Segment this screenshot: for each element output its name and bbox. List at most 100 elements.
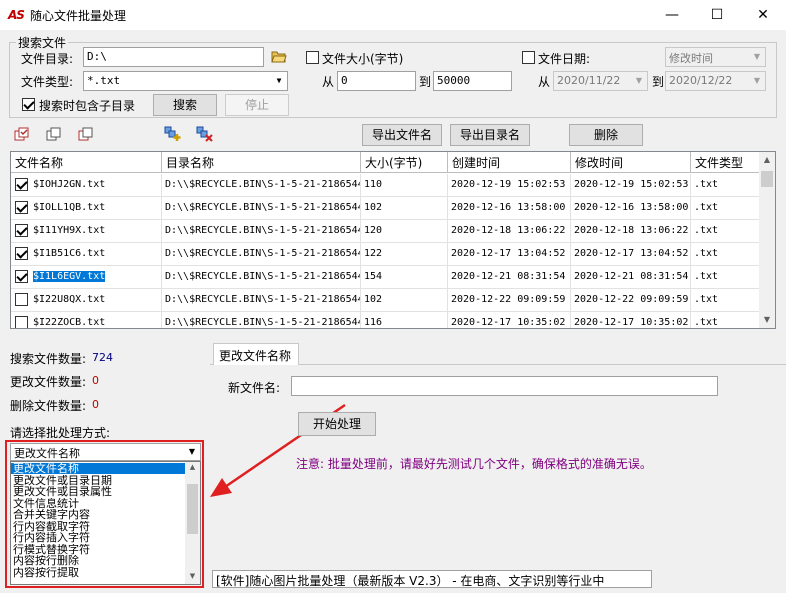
cell-type: .txt — [691, 197, 761, 220]
size-from-input[interactable]: 0 — [337, 71, 416, 91]
uncheck-all-icon[interactable] — [46, 127, 62, 141]
mode-dropdown-list[interactable]: 更改文件名称 更改文件或目录日期 更改文件或目录属性 文件信息统计 合并关键字内容 行内容… — [10, 461, 201, 585]
cell-dir: D:\\$RECYCLE.BIN\S-1-5-21-2186544 — [162, 266, 361, 289]
cell-dir-text: D:\\$RECYCLE.BIN\S-1-5-21-2186544 — [165, 225, 361, 236]
stop-button[interactable]: 停止 — [225, 94, 289, 116]
scroll-thumb[interactable] — [761, 171, 773, 187]
row-checkbox[interactable] — [15, 247, 28, 260]
dir-input[interactable]: D:\ — [83, 47, 264, 67]
size-to-input[interactable]: 50000 — [433, 71, 512, 91]
date-to-picker[interactable]: 2020/12/22 ▼ — [665, 71, 766, 91]
cell-modified-text: 2020-12-17 13:04:52 — [574, 248, 689, 259]
close-button[interactable]: ✕ — [740, 0, 786, 30]
scroll-down-icon[interactable]: ▼ — [761, 315, 773, 324]
table-row[interactable]: $I1B51C6.txt D:\\$RECYCLE.BIN\S-1-5-21-21… — [11, 243, 761, 266]
date-from-picker[interactable]: 2020/11/22 ▼ — [553, 71, 648, 91]
chevron-down-icon: ▼ — [635, 76, 643, 85]
minimize-button[interactable]: — — [649, 0, 695, 30]
start-button[interactable]: 开始处理 — [298, 412, 376, 436]
table-row[interactable]: $I22ZOCB.txt D:\\$RECYCLE.BIN\S-1-5-21-21… — [11, 312, 761, 328]
row-checkbox[interactable] — [15, 293, 28, 306]
status-bar: [软件]随心图片批量处理（最新版本 V2.3） - 在电商、文字识别等行业中 — [212, 570, 652, 588]
table-row[interactable]: $I11YH9X.txt D:\\$RECYCLE.BIN\S-1-5-21-21… — [11, 220, 761, 243]
chevron-down-icon: ▼ — [276, 76, 282, 85]
column-header-type[interactable]: 文件类型 — [691, 152, 761, 173]
cell-name-text: $IOHJ2GN.txt — [33, 179, 106, 190]
export-dirs-button[interactable]: 导出目录名 — [450, 124, 530, 146]
cell-size-text: 110 — [364, 179, 383, 190]
new-name-input[interactable] — [291, 376, 718, 396]
cell-size-text: 102 — [364, 202, 383, 213]
scroll-thumb[interactable] — [187, 484, 198, 534]
cell-modified: 2020-12-19 15:02:53 — [571, 174, 691, 197]
search-button[interactable]: 搜索 — [153, 94, 217, 116]
mode-option[interactable]: 合并关键字内容 — [11, 509, 186, 520]
add-files-icon[interactable] — [164, 126, 182, 142]
row-checkbox[interactable] — [15, 201, 28, 214]
deleted-count-value: 0 — [92, 398, 99, 411]
include-subdirs-label: 搜索时包含子目录 — [39, 99, 136, 113]
date-checkbox[interactable] — [522, 51, 535, 64]
scroll-up-icon[interactable]: ▲ — [761, 155, 773, 164]
cell-type-text: .txt — [694, 179, 719, 190]
table-row[interactable]: $IOHJ2GN.txt D:\\$RECYCLE.BIN\S-1-5-21-21… — [11, 174, 761, 197]
folder-open-icon[interactable] — [271, 49, 287, 63]
type-select[interactable]: *.txt ▼ — [83, 71, 288, 91]
cell-name: $IOLL1QB.txt — [11, 197, 162, 220]
chevron-down-icon: ▼ — [188, 447, 196, 456]
row-checkbox[interactable] — [15, 178, 28, 191]
warning-note: 注意: 批量处理前，请最好先测试几个文件，确保格式的准确无误。 — [296, 457, 652, 471]
invert-check-icon[interactable] — [78, 127, 94, 141]
cell-type: .txt — [691, 289, 761, 312]
mode-option[interactable]: 内容按行提取 — [11, 567, 186, 578]
mode-option[interactable]: 行内容插入字符 — [11, 532, 186, 543]
cell-dir: D:\\$RECYCLE.BIN\S-1-5-21-2186544 — [162, 174, 361, 197]
row-checkbox[interactable] — [15, 224, 28, 237]
app-logo: AS — [8, 8, 25, 22]
remove-files-icon[interactable] — [196, 126, 214, 142]
mode-option[interactable]: 文件信息统计 — [11, 498, 186, 509]
cell-name-text: $I22ZOCB.txt — [33, 317, 106, 328]
cell-size-text: 102 — [364, 294, 383, 305]
cell-created-text: 2020-12-17 10:35:02 — [451, 317, 566, 328]
changed-count-value: 0 — [92, 374, 99, 387]
cell-dir: D:\\$RECYCLE.BIN\S-1-5-21-2186544 — [162, 243, 361, 266]
table-row[interactable]: $I1L6EGV.txt D:\\$RECYCLE.BIN\S-1-5-21-21… — [11, 266, 761, 289]
row-checkbox[interactable] — [15, 270, 28, 283]
mode-option[interactable]: 行内容截取字符 — [11, 521, 186, 532]
delete-button[interactable]: 删除 — [569, 124, 643, 146]
column-header-created[interactable]: 创建时间 — [448, 152, 571, 173]
cell-name-text: $I1B51C6.txt — [33, 248, 106, 259]
size-checkbox[interactable] — [306, 51, 319, 64]
mode-option[interactable]: 行模式替换字符 — [11, 544, 186, 555]
cell-dir: D:\\$RECYCLE.BIN\S-1-5-21-2186544 — [162, 197, 361, 220]
cell-size-text: 122 — [364, 248, 383, 259]
row-checkbox[interactable] — [15, 316, 28, 328]
table-row[interactable]: $IOLL1QB.txt D:\\$RECYCLE.BIN\S-1-5-21-21… — [11, 197, 761, 220]
tab-rename[interactable]: 更改文件名称 — [213, 343, 299, 365]
changed-count-label: 更改文件数量: — [10, 375, 87, 389]
scroll-down-icon[interactable]: ▼ — [187, 572, 198, 580]
table-scrollbar[interactable]: ▲ ▼ — [759, 152, 775, 328]
column-header-dir[interactable]: 目录名称 — [162, 152, 361, 173]
date-type-select[interactable]: 修改时间 ▼ — [665, 47, 766, 67]
table-row[interactable]: $I22U8QX.txt D:\\$RECYCLE.BIN\S-1-5-21-21… — [11, 289, 761, 312]
window-title: 随心文件批量处理 — [30, 9, 127, 23]
size-label: 文件大小(字节) — [322, 52, 404, 66]
mode-option[interactable]: 内容按行删除 — [11, 555, 186, 566]
cell-type-text: .txt — [694, 317, 719, 328]
column-header-name[interactable]: 文件名称 — [11, 152, 162, 173]
mode-option[interactable]: 更改文件名称 — [11, 463, 186, 474]
mode-select[interactable]: 更改文件名称 ▼ — [10, 443, 201, 461]
mode-option[interactable]: 更改文件或目录日期 — [11, 475, 186, 486]
include-subdirs-checkbox[interactable] — [22, 98, 35, 111]
cell-created: 2020-12-17 10:35:02 — [448, 312, 571, 328]
column-header-modified[interactable]: 修改时间 — [571, 152, 691, 173]
column-header-size[interactable]: 大小(字节) — [361, 152, 448, 173]
dropdown-scrollbar[interactable]: ▲ ▼ — [185, 462, 200, 584]
maximize-button[interactable]: ☐ — [694, 0, 740, 30]
export-files-button[interactable]: 导出文件名 — [362, 124, 442, 146]
mode-option[interactable]: 更改文件或目录属性 — [11, 486, 186, 497]
scroll-up-icon[interactable]: ▲ — [187, 463, 198, 471]
check-all-icon[interactable] — [14, 127, 30, 141]
